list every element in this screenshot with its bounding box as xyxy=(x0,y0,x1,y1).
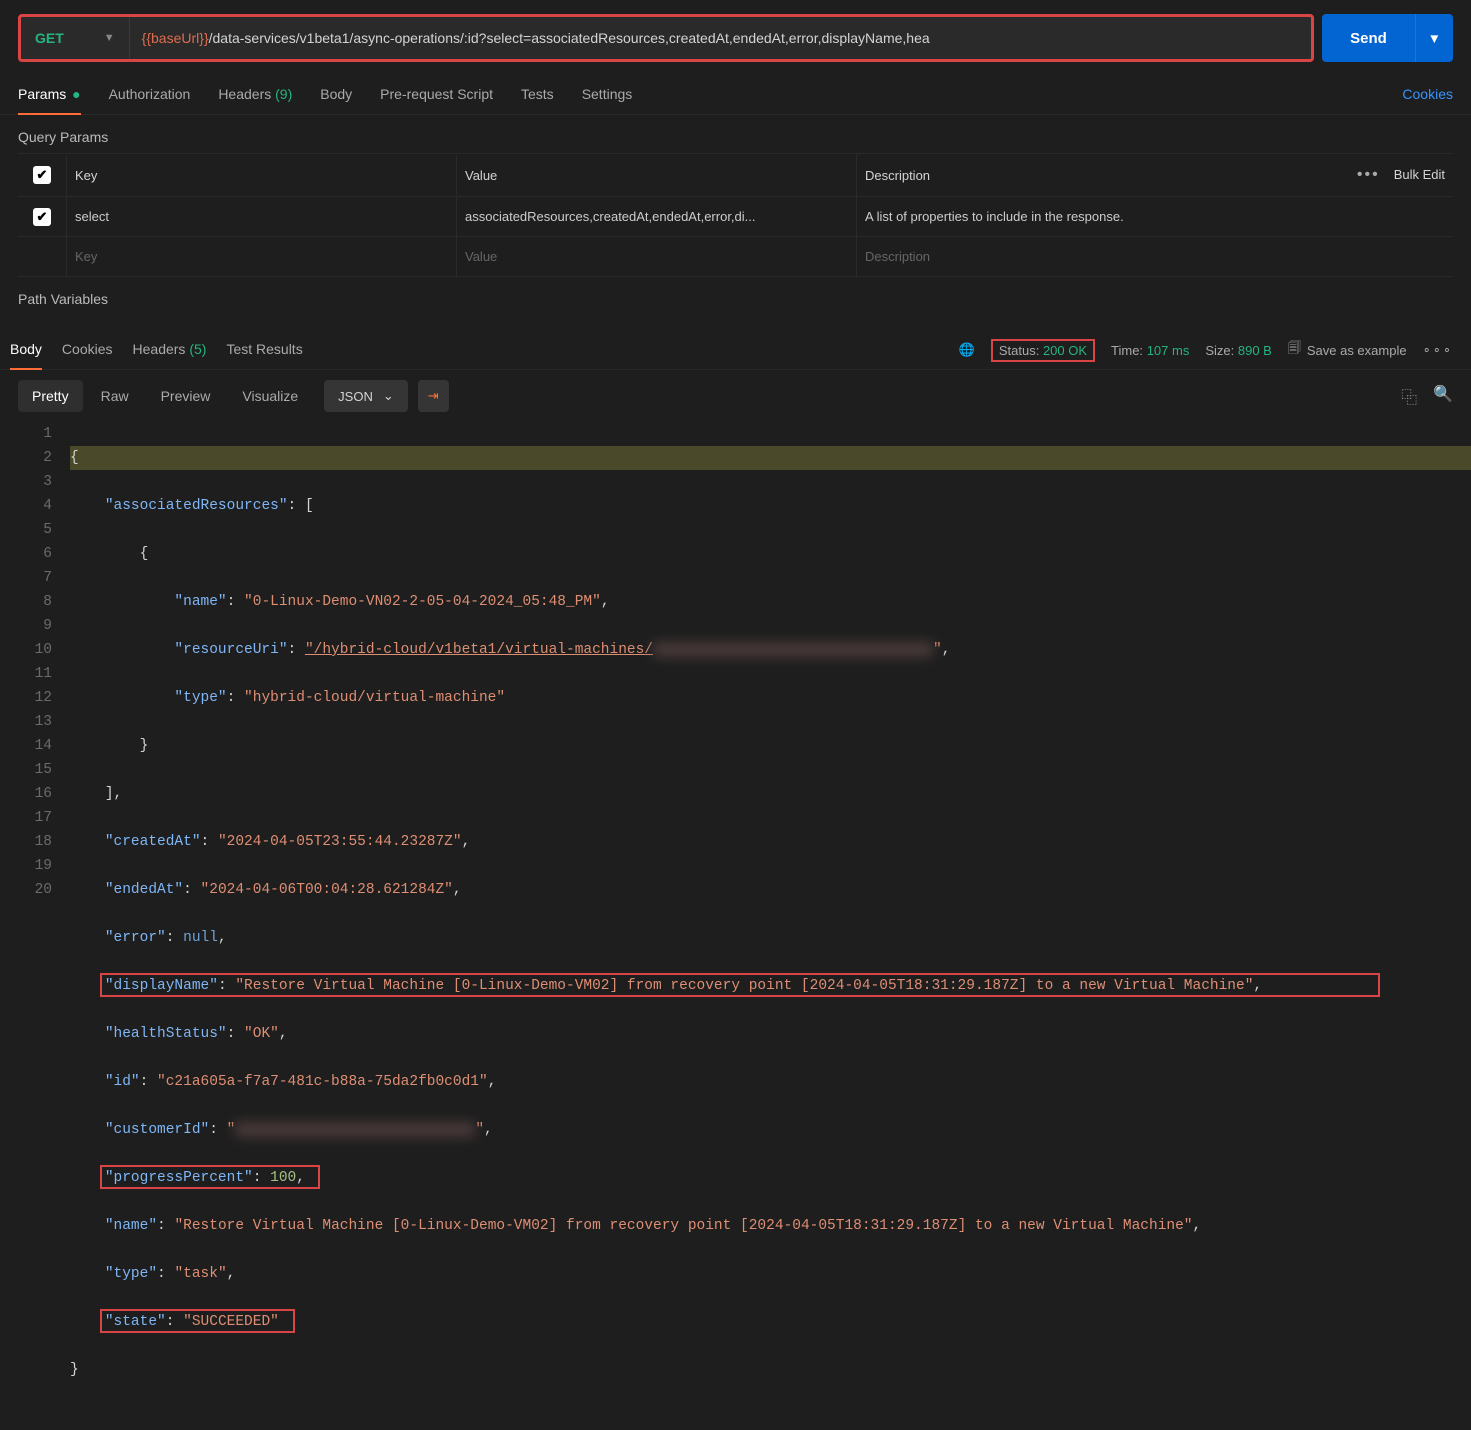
param-desc-input[interactable]: Description xyxy=(856,237,1453,276)
send-dropdown[interactable]: ▼ xyxy=(1415,14,1453,62)
response-header: Body Cookies Headers (5) Test Results 🌐 … xyxy=(0,331,1471,370)
request-bar: GET ▼ {{baseUrl}}/data-services/v1beta1/… xyxy=(0,0,1471,76)
save-as-example[interactable]: 🗐Save as example xyxy=(1288,339,1407,361)
url-input[interactable]: {{baseUrl}}/data-services/v1beta1/async-… xyxy=(130,30,1311,46)
more-menu-icon[interactable]: ∘∘∘ xyxy=(1423,342,1453,358)
resp-tab-test-results[interactable]: Test Results xyxy=(226,331,302,369)
network-icon[interactable]: 🌐 xyxy=(959,342,975,358)
code-content: { "associatedResources": [ { "name": "0-… xyxy=(70,422,1471,1430)
url-path: /data-services/v1beta1/async-operations/… xyxy=(209,30,930,46)
param-value-input[interactable]: Value xyxy=(456,237,856,276)
size-indicator: Size: 890 B xyxy=(1205,343,1272,358)
view-visualize[interactable]: Visualize xyxy=(228,380,312,412)
url-group: GET ▼ {{baseUrl}}/data-services/v1beta1/… xyxy=(18,14,1314,62)
tab-tests[interactable]: Tests xyxy=(521,76,554,114)
body-toolbar: Pretty Raw Preview Visualize JSON⌄ ⇥ ⿻ 🔍 xyxy=(0,370,1471,422)
save-icon: 🗐 xyxy=(1288,339,1301,361)
resp-tab-cookies[interactable]: Cookies xyxy=(62,331,113,369)
request-tabs: Params ● Authorization Headers (9) Body … xyxy=(0,76,1471,115)
send-group: Send ▼ xyxy=(1322,14,1453,62)
cookies-link[interactable]: Cookies xyxy=(1402,76,1453,114)
chevron-down-icon: ▼ xyxy=(1428,31,1441,46)
table-header-row: ✔ Key Value Description ••• Bulk Edit xyxy=(18,153,1453,196)
http-method: GET xyxy=(35,30,64,46)
param-key-input[interactable]: Key xyxy=(66,237,456,276)
select-all-checkbox[interactable]: ✔ xyxy=(33,166,51,184)
format-select[interactable]: JSON⌄ xyxy=(324,380,408,412)
url-variable: {{baseUrl}} xyxy=(142,30,209,46)
line-gutter: 1234567891011121314151617181920 xyxy=(0,422,70,1430)
col-header-desc: Description xyxy=(865,168,930,183)
redacted-text xyxy=(235,1122,475,1137)
tab-authorization[interactable]: Authorization xyxy=(109,76,191,114)
tab-prerequest[interactable]: Pre-request Script xyxy=(380,76,493,114)
path-variables-title: Path Variables xyxy=(0,277,1471,315)
table-row-new: Key Value Description xyxy=(18,236,1453,277)
param-key-input[interactable]: select xyxy=(66,197,456,236)
bulk-edit-link[interactable]: Bulk Edit xyxy=(1394,167,1445,182)
redacted-text xyxy=(653,642,933,657)
tab-params[interactable]: Params ● xyxy=(18,76,81,114)
tab-headers[interactable]: Headers (9) xyxy=(218,76,292,114)
resp-tab-body[interactable]: Body xyxy=(10,331,42,369)
chevron-down-icon: ⌄ xyxy=(383,388,394,404)
params-dot-icon: ● xyxy=(68,86,80,102)
send-button[interactable]: Send xyxy=(1322,14,1415,62)
param-value-input[interactable]: associatedResources,createdAt,endedAt,er… xyxy=(456,197,856,236)
response-body[interactable]: 1234567891011121314151617181920 { "assoc… xyxy=(0,422,1471,1430)
query-params-table: ✔ Key Value Description ••• Bulk Edit ✔ s… xyxy=(18,153,1453,277)
wrap-lines-button[interactable]: ⇥ xyxy=(418,380,449,412)
col-header-key: Key xyxy=(66,156,456,195)
param-desc-input[interactable]: A list of properties to include in the r… xyxy=(856,197,1453,236)
tab-body[interactable]: Body xyxy=(320,76,352,114)
status-indicator: Status: 200 OK xyxy=(991,339,1095,362)
col-header-value: Value xyxy=(456,156,856,195)
view-raw[interactable]: Raw xyxy=(87,380,143,412)
query-params-title: Query Params xyxy=(0,115,1471,153)
tab-settings[interactable]: Settings xyxy=(582,76,633,114)
copy-icon[interactable]: ⿻ xyxy=(1401,384,1417,408)
table-row: ✔ select associatedResources,createdAt,e… xyxy=(18,196,1453,236)
resp-tab-headers[interactable]: Headers (5) xyxy=(133,331,207,369)
time-indicator: Time: 107 ms xyxy=(1111,343,1189,358)
chevron-down-icon: ▼ xyxy=(104,32,115,44)
columns-menu-icon[interactable]: ••• xyxy=(1357,166,1380,183)
view-pretty[interactable]: Pretty xyxy=(18,380,83,412)
search-icon[interactable]: 🔍 xyxy=(1433,384,1453,408)
method-select[interactable]: GET ▼ xyxy=(21,17,130,59)
view-preview[interactable]: Preview xyxy=(147,380,225,412)
row-checkbox[interactable]: ✔ xyxy=(33,208,51,226)
